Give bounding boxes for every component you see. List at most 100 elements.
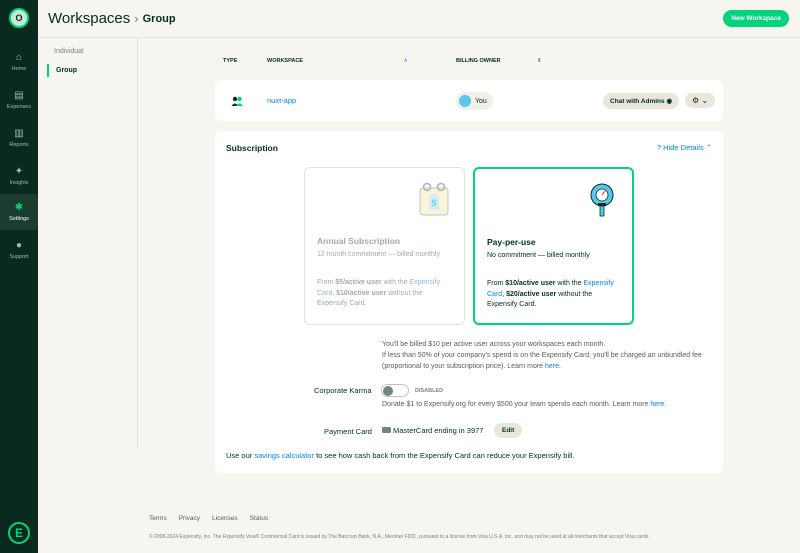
subscription-panel: Subscription ? Hide Details ⌃ $ Annual S… <box>215 131 723 473</box>
billing-info-line: If less than 50% of your company's spend… <box>382 350 702 372</box>
footer-links: Terms Privacy Licenses Status <box>149 515 268 522</box>
text: to see how cash back from the Expensify … <box>313 451 575 460</box>
pay-per-use-card[interactable]: Pay-per-use No commitment — billed month… <box>473 167 634 325</box>
main-sidebar: O ⌂ Home ▤ Expenses ▥ Reports ✦ Insights… <box>0 0 38 553</box>
billing-info-line: You'll be billed $10 per active user acr… <box>382 341 606 348</box>
document-icon: ▥ <box>14 128 24 139</box>
avatar <box>459 95 471 107</box>
annual-pricing: From $5/active user with the Expensify C… <box>317 278 452 310</box>
text: . <box>559 363 561 370</box>
chevron-right-icon: › <box>134 11 139 26</box>
annual-description: 12 month commitment — billed monthly <box>317 251 440 258</box>
nav-reports[interactable]: ▥ Reports <box>0 120 38 156</box>
text: . <box>664 401 667 408</box>
hide-details-label: Hide Details <box>663 143 704 152</box>
workspace-subnav: Individual Group <box>38 38 138 448</box>
page-subtitle: Group <box>142 12 176 25</box>
ppu-pricing: From $10/active user with the Expensify … <box>487 279 622 311</box>
donate-text: Donate $1 to Expensify.org for every $50… <box>382 401 666 408</box>
workspace-name-link[interactable]: nuxt-app <box>267 96 296 105</box>
text: From <box>317 279 336 286</box>
billing-info: You'll be billed $10 per active user acr… <box>382 339 702 372</box>
footer-link-terms[interactable]: Terms <box>149 515 167 522</box>
text: Donate $1 to Expensify.org for every $50… <box>382 401 651 408</box>
footer-link-privacy[interactable]: Privacy <box>179 515 200 522</box>
subnav-item-group[interactable]: Group <box>47 64 77 77</box>
nav-home[interactable]: ⌂ Home <box>0 44 38 80</box>
nav-label: Settings <box>9 216 29 222</box>
payment-card-value: MasterCard ending in 3977 <box>393 426 484 435</box>
table-header: TYPE WORKSPACE ˄ BILLING OWNER ⇕ <box>223 58 723 68</box>
nav-label: Support <box>9 254 29 260</box>
price: $10/active user <box>336 289 387 297</box>
text: with the <box>555 280 584 287</box>
hide-details-link[interactable]: ? Hide Details ⌃ <box>657 143 712 152</box>
chat-bubble-icon: ◉ <box>666 98 673 105</box>
calendar-dollar-icon: $ <box>419 182 449 216</box>
sort-asc-icon[interactable]: ˄ <box>404 58 407 64</box>
column-billing-owner[interactable]: BILLING OWNER <box>456 58 501 64</box>
credit-card-icon <box>382 427 391 433</box>
karma-status: DISABLED <box>415 388 444 394</box>
price: $5/active user <box>335 279 382 286</box>
gear-icon: ⚙ ⌄ <box>692 96 709 105</box>
price: $20/active user <box>506 290 557 298</box>
top-bar: Workspaces › Group New Workspace <box>38 0 800 38</box>
chat-label: Chat with Admins <box>610 98 665 105</box>
nav-insights[interactable]: ✦ Insights <box>0 158 38 194</box>
expensify-logo-icon[interactable]: E <box>8 522 30 544</box>
nav-label: Expenses <box>6 104 32 110</box>
owner-name: You <box>475 97 487 105</box>
ppu-description: No commitment — billed monthly <box>487 252 590 259</box>
help-icon: ? <box>656 143 662 152</box>
new-workspace-button[interactable]: New Workspace <box>723 10 789 27</box>
footer-link-status[interactable]: Status <box>250 515 268 522</box>
avatar[interactable]: O <box>9 8 29 28</box>
chat-with-admins-button[interactable]: Chat with Admins ◉ <box>603 93 680 109</box>
column-type[interactable]: TYPE <box>223 58 237 64</box>
corporate-karma-label: Corporate Karma <box>314 386 372 395</box>
nav-label: Home <box>11 66 27 72</box>
learn-more-link[interactable]: here <box>650 401 664 408</box>
price: $10/active user <box>505 280 556 287</box>
chevron-up-icon: ⌃ <box>705 143 712 152</box>
column-workspace[interactable]: WORKSPACE <box>267 58 303 64</box>
learn-more-link[interactable]: here <box>545 363 559 370</box>
billing-owner-chip: You <box>456 92 493 110</box>
nav-label: Reports <box>9 142 29 148</box>
savings-calculator-link[interactable]: savings calculator <box>254 451 314 460</box>
text: From <box>487 280 506 287</box>
svg-text:$: $ <box>431 198 436 208</box>
breadcrumb: Workspaces › Group <box>48 10 176 27</box>
text: Use our <box>226 451 255 460</box>
corporate-karma-toggle[interactable] <box>381 384 409 397</box>
annual-subscription-card[interactable]: $ Annual Subscription 12 month commitmen… <box>304 167 465 325</box>
chat-bubble-icon: ● <box>15 240 23 251</box>
text: If less than 50% of your company's spend… <box>382 352 702 370</box>
lightbulb-icon: ✦ <box>14 166 24 177</box>
nav-expenses[interactable]: ▤ Expenses <box>0 82 38 118</box>
edit-payment-button[interactable]: Edit <box>494 423 523 438</box>
toggle-knob <box>383 386 393 396</box>
text: with the <box>381 279 410 286</box>
nav-support[interactable]: ● Support <box>0 232 38 268</box>
group-workspace-icon <box>231 96 243 106</box>
savings-text: Use our savings calculator to see how ca… <box>226 451 575 460</box>
gear-icon: ✱ <box>14 202 24 213</box>
annual-title: Annual Subscription <box>317 236 401 246</box>
sort-icon[interactable]: ⇕ <box>537 58 542 64</box>
subscription-title: Subscription <box>226 143 278 153</box>
nav-settings[interactable]: ✱ Settings <box>0 194 38 230</box>
ppu-title: Pay-per-use <box>487 237 536 247</box>
footer-link-licenses[interactable]: Licenses <box>212 515 238 522</box>
nav-label: Insights <box>9 180 29 186</box>
subnav-item-individual[interactable]: Individual <box>47 48 84 55</box>
workspace-settings-button[interactable]: ⚙ ⌄ <box>685 93 716 108</box>
receipt-icon: ▤ <box>14 90 24 101</box>
copyright: © 2008-2024 Expensify, Inc. The Expensif… <box>149 534 650 540</box>
payment-card-label: Payment Card <box>324 427 372 436</box>
page-title[interactable]: Workspaces <box>48 10 130 27</box>
parking-meter-icon <box>590 183 614 217</box>
table-row[interactable]: nuxt-app You Chat with Admins ◉ ⚙ ⌄ <box>215 80 723 121</box>
home-icon: ⌂ <box>15 52 23 63</box>
